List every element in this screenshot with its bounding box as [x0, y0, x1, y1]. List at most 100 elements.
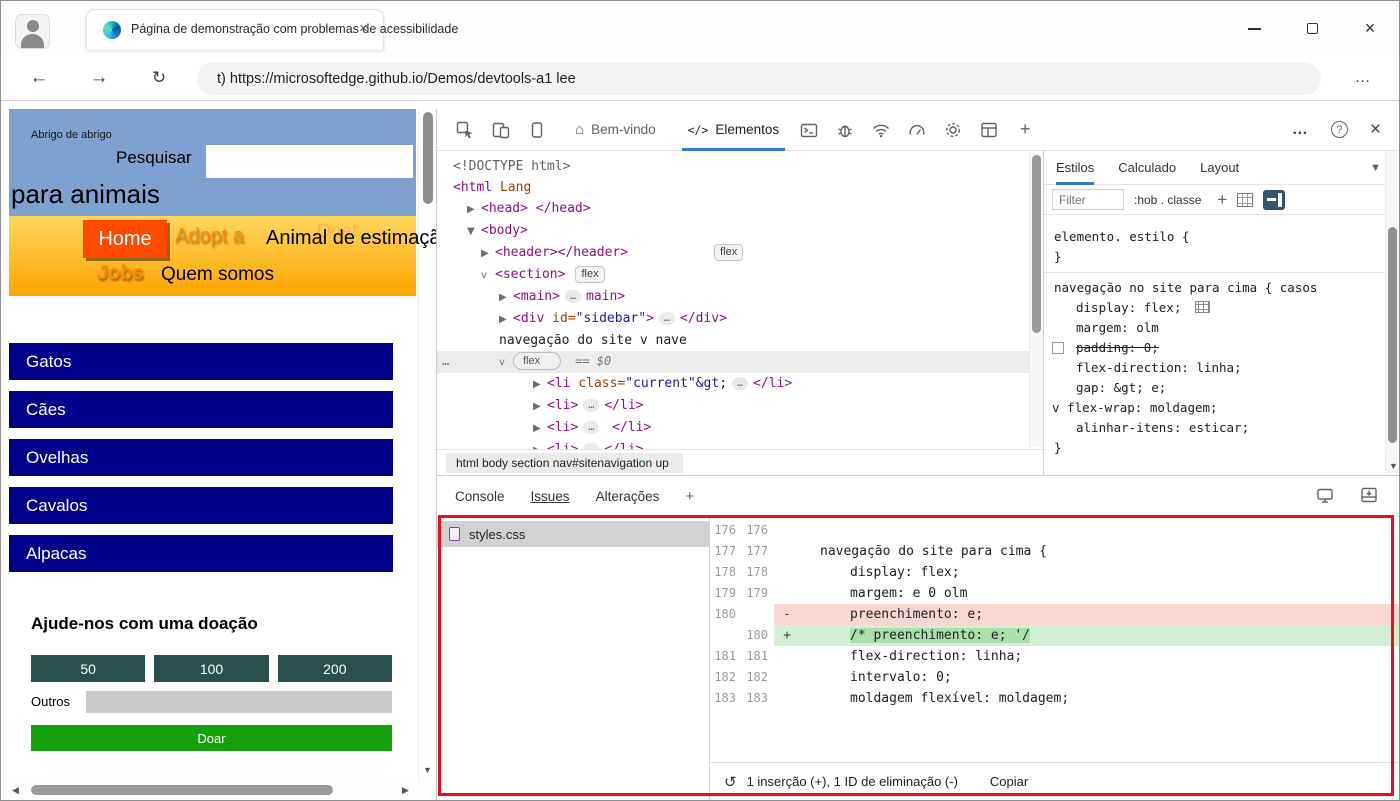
diff-row[interactable]: 180 + /* preenchimento: e; '/: [710, 625, 1399, 646]
dom-tree-node[interactable]: ▶ <div id="sidebar"> … </div>: [437, 308, 1043, 330]
styles-options-icon[interactable]: [1263, 189, 1286, 210]
devtools-close-icon[interactable]: ×: [1370, 119, 1381, 141]
category-button[interactable]: Cães: [9, 391, 393, 428]
category-button[interactable]: Gatos: [9, 343, 393, 380]
other-amount-input[interactable]: [86, 691, 392, 713]
tab-console[interactable]: Console: [455, 489, 505, 504]
disclosure-arrow-icon[interactable]: ▶: [533, 374, 547, 395]
chevron-down-icon[interactable]: ▼: [1370, 162, 1381, 174]
css-property-flex-wrap[interactable]: v flex-wrap: moldagem;: [1044, 398, 1399, 418]
grid-overlay-icon[interactable]: [1237, 192, 1254, 207]
pseudo-class-toggles[interactable]: :hob . classe: [1134, 193, 1201, 207]
site-search-input[interactable]: [206, 145, 413, 178]
screencast-icon[interactable]: [1315, 485, 1335, 508]
dom-tree-node[interactable]: <html Lang: [437, 177, 1043, 198]
dom-tree-node[interactable]: ▶ <li> … </li>: [437, 417, 1043, 439]
add-drawer-tab-icon[interactable]: +: [685, 488, 694, 505]
tab-styles[interactable]: Estilos: [1056, 151, 1095, 185]
css-property-display[interactable]: display: flex;: [1044, 298, 1399, 318]
disclosure-arrow-icon[interactable]: ▶: [533, 418, 547, 439]
dom-tree-node[interactable]: navegação do site v nave: [437, 330, 1043, 351]
disclosure-arrow-icon[interactable]: ▶: [533, 396, 547, 417]
dom-tree-node[interactable]: <!DOCTYPE html>: [437, 156, 1043, 177]
maximize-button[interactable]: [1283, 1, 1341, 56]
disclosure-arrow-icon[interactable]: v: [481, 265, 495, 286]
scroll-right-icon[interactable]: ▶: [402, 785, 409, 796]
dom-tree-node[interactable]: ▶ <main> … main>: [437, 286, 1043, 308]
settings-gear-icon[interactable]: [935, 109, 971, 151]
scroll-down-icon[interactable]: ▼: [1389, 461, 1398, 471]
device-toolbar-icon[interactable]: [483, 109, 519, 151]
add-tool-icon[interactable]: +: [1007, 109, 1043, 151]
dom-tree-node[interactable]: … v flex == $0: [437, 351, 1043, 373]
tab-elements[interactable]: </> Elementos: [676, 109, 792, 151]
profile-avatar[interactable]: [15, 14, 50, 49]
disclosure-arrow-icon[interactable]: ▶: [499, 287, 513, 308]
amount-button[interactable]: 100: [154, 655, 269, 682]
category-button[interactable]: Cavalos: [9, 487, 393, 524]
browser-tab[interactable]: Página de demonstração com problemas de …: [86, 9, 458, 50]
disclosure-arrow-icon[interactable]: v: [499, 352, 513, 373]
forward-button[interactable]: →: [77, 56, 121, 100]
diff-row[interactable]: 178 178 display: flex;: [710, 562, 1399, 583]
disclosure-arrow-icon[interactable]: ▶: [499, 309, 513, 330]
diff-row[interactable]: 183 183 moldagem flexível: moldagem;: [710, 688, 1399, 709]
node-more-icon[interactable]: …: [442, 351, 449, 372]
styles-filter-input[interactable]: [1052, 189, 1124, 210]
diff-row[interactable]: 176 176: [710, 520, 1399, 541]
minimize-button[interactable]: [1225, 1, 1283, 56]
dom-tree-node[interactable]: ▶ <li class="current"&gt; … </li>: [437, 373, 1043, 395]
help-icon[interactable]: ?: [1330, 121, 1348, 138]
rule-selector[interactable]: navegação no site para cima { casos: [1044, 278, 1399, 298]
scroll-down-icon[interactable]: ▼: [423, 765, 432, 775]
disclosure-arrow-icon[interactable]: ▼: [467, 221, 481, 242]
dom-tree-node[interactable]: ▼ <body>: [437, 220, 1043, 242]
refresh-button[interactable]: ↻: [137, 56, 181, 100]
new-style-rule-icon[interactable]: +: [1217, 190, 1227, 210]
dock-panel-icon[interactable]: [519, 109, 555, 151]
close-button[interactable]: ×: [1341, 1, 1399, 56]
scrollbar-thumb[interactable]: [31, 785, 333, 795]
dock-drawer-icon[interactable]: [1359, 485, 1379, 508]
nav-adopt-label[interactable]: Animal de estimação: [266, 227, 436, 250]
tab-issues[interactable]: Issues: [531, 489, 570, 504]
diff-row[interactable]: 177 177 navegação do site para cima {: [710, 541, 1399, 562]
dom-scrollbar[interactable]: [1029, 153, 1043, 447]
dom-tree-node[interactable]: ▶ <header></header> flex: [437, 242, 1043, 264]
breadcrumb-text[interactable]: html body section nav#sitenavigation up: [446, 452, 683, 473]
layout-icon[interactable]: [971, 109, 1007, 151]
nav-jobs-link[interactable]: Jobs: [97, 262, 144, 285]
styles-scrollbar[interactable]: ▼: [1385, 151, 1399, 475]
debug-icon[interactable]: [827, 109, 863, 151]
category-button[interactable]: Ovelhas: [9, 439, 393, 476]
address-bar[interactable]: t) https://microsoftedge.github.io/Demos…: [197, 62, 1321, 95]
nav-home-link[interactable]: Home: [83, 220, 167, 258]
inline-style-selector[interactable]: elemento. estilo {: [1044, 227, 1399, 247]
file-list-item[interactable]: styles.css: [437, 521, 709, 547]
inspect-icon[interactable]: [447, 109, 483, 151]
console-panel-icon[interactable]: [791, 109, 827, 151]
disclosure-arrow-icon[interactable]: ▶: [467, 199, 481, 220]
performance-icon[interactable]: [899, 109, 935, 151]
flex-editor-icon[interactable]: [1195, 301, 1211, 313]
tab-welcome[interactable]: ⌂ Bem-vindo: [563, 109, 668, 151]
diff-row[interactable]: 182 182 intervalo: 0;: [710, 667, 1399, 688]
undo-icon[interactable]: ↺: [724, 773, 737, 791]
disclosure-arrow-icon[interactable]: ▶: [533, 440, 547, 449]
more-options-icon[interactable]: …: [1292, 121, 1309, 139]
back-button[interactable]: ←: [17, 56, 61, 100]
scrollbar-thumb[interactable]: [1388, 227, 1397, 443]
css-property-padding[interactable]: padding: 0;: [1044, 338, 1399, 358]
disclosure-arrow-icon[interactable]: ▶: [481, 243, 495, 264]
amount-button[interactable]: 200: [277, 655, 392, 682]
dom-tree-node[interactable]: ▶<li> … </li>: [437, 439, 1043, 449]
dom-breadcrumb[interactable]: html body section nav#sitenavigation up: [437, 449, 1043, 475]
tab-computed[interactable]: Calculado: [1118, 151, 1176, 185]
dom-tree-node[interactable]: ▶<li> … </li>: [437, 395, 1043, 417]
category-button[interactable]: Alpacas: [9, 535, 393, 572]
tab-close-icon[interactable]: ×: [359, 20, 368, 37]
diff-row[interactable]: 180 - preenchimento: e;: [710, 604, 1399, 625]
browser-menu-icon[interactable]: …: [1343, 56, 1383, 100]
tab-layout[interactable]: Layout: [1200, 151, 1239, 185]
diff-row[interactable]: 179 179 margem: e 0 olm: [710, 583, 1399, 604]
